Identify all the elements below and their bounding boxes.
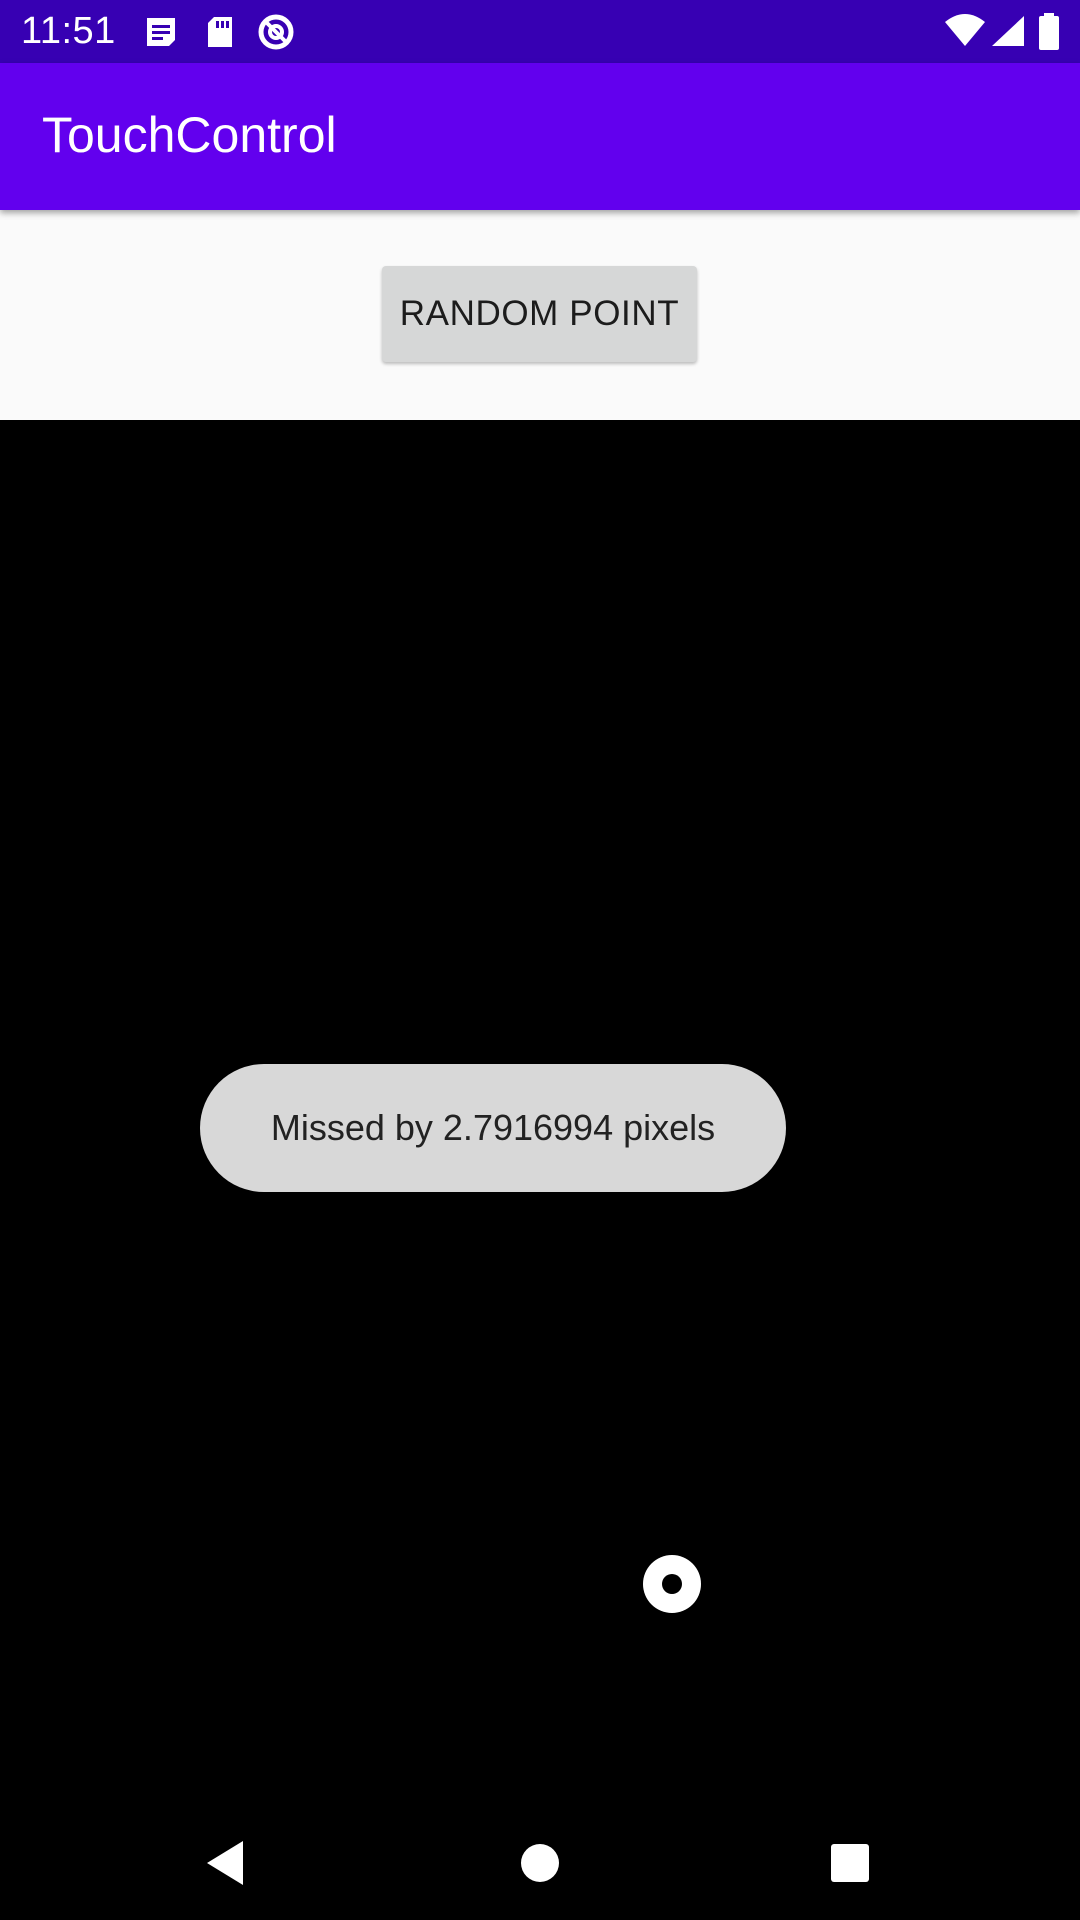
- back-icon[interactable]: [190, 1828, 260, 1898]
- status-bar: 11:51: [0, 0, 1080, 63]
- cellular-signal-icon: [988, 12, 1028, 52]
- sd-card-icon: [200, 12, 240, 52]
- home-icon[interactable]: [505, 1828, 575, 1898]
- target-center-dot: [662, 1574, 682, 1594]
- controls-panel: RANDOM POINT: [0, 210, 1080, 420]
- screen: 11:51 TouchControl RANDOM POINT Missed b…: [0, 0, 1080, 1920]
- wifi-icon: [944, 12, 986, 52]
- random-point-button[interactable]: RANDOM POINT: [382, 266, 697, 362]
- data-saver-icon: [256, 12, 296, 52]
- target-point-icon[interactable]: [643, 1555, 701, 1613]
- toast-message: Missed by 2.7916994 pixels: [270, 1107, 716, 1148]
- toast: Missed by 2.7916994 pixels: [200, 1064, 786, 1192]
- navigation-bar: [0, 1806, 1080, 1920]
- app-title: TouchControl: [42, 107, 337, 163]
- recents-icon[interactable]: [815, 1828, 885, 1898]
- status-time: 11:51: [21, 10, 116, 52]
- battery-icon: [1036, 12, 1062, 52]
- message-icon: [141, 12, 181, 52]
- app-bar: TouchControl: [0, 63, 1080, 210]
